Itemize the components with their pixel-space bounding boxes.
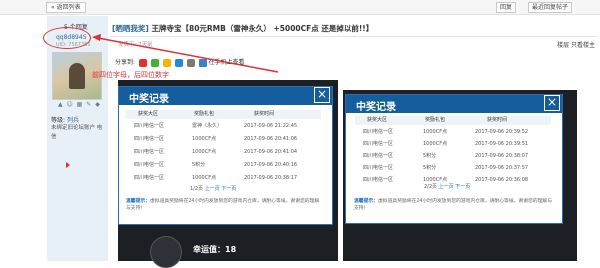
close-icon[interactable]: × (314, 87, 330, 103)
table-header: 获奖大区 奖励礼包 获奖时间 (355, 116, 551, 125)
pager-right: 2/2页 上一页 下一页 (424, 183, 470, 190)
qq-icon[interactable] (174, 58, 183, 67)
weibo-icon[interactable] (138, 58, 147, 67)
notice-text: 虚拟道具奖励将在24小时内发放到您的游戏内仓库，请耐心等候，谢谢您的理解与支持！ (126, 199, 320, 211)
wechat-icon[interactable] (150, 58, 159, 67)
table-row: 四川电信一区 1000CF点 2017-09-06 20:38:17 (134, 175, 298, 181)
newest-reply-button[interactable]: 最近回复帖子 (528, 2, 573, 13)
table-row: 四川电信一区 雷神（永久） 2017-09-06 21:22:45 (134, 123, 298, 129)
notice-text: 虚拟道具奖励将在24小时内发放到您的游戏内仓库，请耐心等候，谢谢您的理解与支持！ (354, 199, 552, 211)
title-divider (110, 36, 598, 37)
table-row: 四川电信一区 5积分 2017-09-06 20:38:07 (363, 153, 529, 159)
back-to-list-button[interactable]: « 返回列表 (46, 2, 86, 13)
author-badge-icons[interactable]: ▲ ☺ ▦ ✎ ◆ (58, 101, 101, 108)
mobile-icon (198, 58, 207, 67)
share-label: 分享到: (115, 59, 136, 66)
author-level: 等级: 列兵 (51, 115, 79, 124)
qzone-icon[interactable] (162, 58, 171, 67)
annotation-text: 前四位字母，后四位数字 (92, 71, 169, 79)
table-row: 四川电信一区 1000CF点 2017-09-06 20:41:04 (134, 149, 298, 155)
post-title-tag[interactable]: [晒晒我奖] (112, 24, 149, 33)
notice-label: 温馨提示： (126, 199, 150, 204)
table-row: 四川电信一区 5积分 2017-09-06 20:40:16 (134, 162, 298, 168)
pager-prev-link[interactable]: 上一页 (205, 186, 220, 192)
pager-info: 2/2页 (424, 184, 438, 190)
table-row: 四川电信一区 1000CF点 2017-09-06 20:39:52 (363, 129, 529, 135)
top-toolbar: « 返回列表 回复 最近回复帖子 (0, 0, 600, 15)
notice-right: 温馨提示：虚拟道具奖励将在24小时内发放到您的游戏内仓库，请耐心等候，谢谢您的理… (354, 198, 554, 212)
reply-button[interactable]: 回复 (496, 2, 517, 13)
more-share-icon[interactable] (186, 58, 195, 67)
notice-label: 温馨提示： (354, 199, 378, 204)
popup-header: 中奖记录 (119, 87, 332, 105)
post-title-text: 王牌寺宝【80元RMB（雷神永久） +5000CF点 还是掉以前!!】 (148, 24, 374, 33)
post-meta-links[interactable]: 楼层 只看楼主 (557, 40, 595, 49)
view-on-mobile-link[interactable]: 在手机上查看 (208, 59, 244, 66)
table-header: 获奖大区 奖励礼包 获奖时间 (126, 110, 321, 119)
post-title: [晒晒我奖] 王牌寺宝【80元RMB（雷神永久） +5000CF点 还是掉以前!… (112, 23, 373, 34)
share-bar: 分享到: 在手机上查看 (115, 57, 245, 67)
pager-left: 1/2页 上一页 下一页 (190, 185, 236, 192)
level-label: 等级: (51, 117, 66, 124)
table-row: 四川电信一区 1000CF点 2017-09-06 20:39:51 (363, 141, 529, 147)
level-value[interactable]: 列兵 (67, 117, 79, 124)
pager-next-link[interactable]: 下一页 (455, 184, 470, 190)
notice-left: 温馨提示：虚拟道具奖励将在24小时内发放到您的游戏内仓库，请耐心等候，谢谢您的理… (126, 198, 322, 212)
popup-title: 中奖记录 (129, 94, 169, 105)
pager-prev-link[interactable]: 上一页 (439, 184, 454, 190)
annotation-circle (43, 27, 91, 49)
table-row: 四川电信一区 1000CF点 2017-09-06 20:41:06 (134, 136, 298, 142)
table-row: 四川电信一区 5积分 2017-09-06 20:37:57 (363, 165, 529, 171)
popup-header: 中奖记录 (346, 95, 562, 113)
pager-info: 1/2页 (190, 186, 204, 192)
game-emblem-icon (150, 236, 182, 268)
close-icon[interactable]: × (544, 95, 560, 111)
luck-value: 幸运值：18 (193, 245, 237, 254)
popup-title: 中奖记录 (356, 102, 396, 113)
red-marker-icon (66, 162, 70, 168)
post-date: 发表于: 2天前 (118, 42, 153, 48)
author-unbound-note: 未绑定旧论坛账户 电信 (51, 125, 103, 140)
pager-next-link[interactable]: 下一页 (221, 186, 236, 192)
